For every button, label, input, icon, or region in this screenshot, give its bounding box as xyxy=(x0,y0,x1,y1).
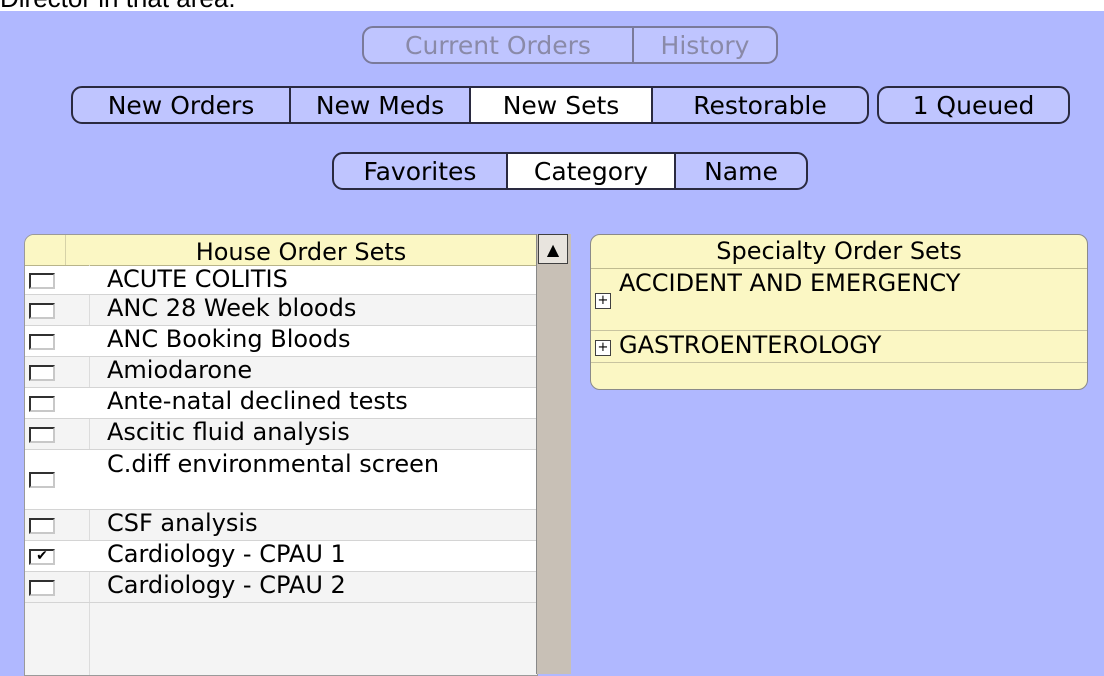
house-order-set-label: C.diff environmental screen xyxy=(107,450,440,478)
checkbox[interactable] xyxy=(29,472,55,488)
specialty-order-set-row[interactable]: + GASTROENTEROLOGY xyxy=(591,331,1087,363)
house-order-set-row[interactable]: ✔ Cardiology - CPAU 1 xyxy=(25,540,537,572)
house-order-set-label: CSF analysis xyxy=(107,509,258,537)
house-order-set-row[interactable]: ANC 28 Week bloods xyxy=(25,294,537,326)
house-order-set-label: Cardiology - CPAU 2 xyxy=(107,571,346,599)
tab-history[interactable]: History xyxy=(632,28,776,62)
house-order-set-row[interactable]: Amiodarone xyxy=(25,356,537,388)
queued-label: 1 Queued xyxy=(912,90,1035,120)
house-order-sets-title: House Order Sets xyxy=(195,238,407,266)
cut-off-text-strip: Director in that area. xyxy=(0,0,1104,11)
house-order-set-label: Amiodarone xyxy=(107,356,253,384)
house-order-set-label: Ascitic fluid analysis xyxy=(107,418,350,446)
scroll-up-arrow-icon[interactable]: ▲ xyxy=(538,234,568,264)
tab-new-orders[interactable]: New Orders xyxy=(73,88,289,122)
house-order-sets-list: ACUTE COLITIS ANC 28 Week bloods ANC Booki… xyxy=(25,265,537,603)
vertical-scrollbar[interactable]: ▲ xyxy=(536,234,571,674)
house-order-sets-header: House Order Sets xyxy=(25,235,537,266)
specialty-order-set-row[interactable]: + ACCIDENT AND EMERGENCY xyxy=(591,269,1087,331)
specialty-order-sets-panel: Specialty Order Sets + ACCIDENT AND EMERG… xyxy=(590,234,1088,390)
checkbox-checked[interactable]: ✔ xyxy=(29,549,55,565)
order-tab-group: New Orders New Meds New Sets Restorable xyxy=(71,86,869,124)
checkbox[interactable] xyxy=(29,518,55,534)
house-order-set-label: Cardiology - CPAU 1 xyxy=(107,540,346,568)
house-order-set-label: ACUTE COLITIS xyxy=(107,265,288,293)
cut-off-text: Director in that area. xyxy=(0,0,236,11)
house-order-set-label: ANC Booking Bloods xyxy=(107,325,351,353)
checkbox[interactable] xyxy=(29,273,55,289)
house-order-set-label: ANC 28 Week bloods xyxy=(107,294,357,322)
checkbox[interactable] xyxy=(29,365,55,381)
tab-current-orders[interactable]: Current Orders xyxy=(364,28,632,62)
specialty-order-set-label: GASTROENTEROLOGY xyxy=(619,331,882,359)
checkbox[interactable] xyxy=(29,427,55,443)
house-order-set-row[interactable]: C.diff environmental screen xyxy=(25,450,537,510)
tab-new-meds[interactable]: New Meds xyxy=(289,88,469,122)
specialty-order-sets-title: Specialty Order Sets xyxy=(591,235,1087,269)
house-order-set-row[interactable]: Cardiology - CPAU 2 xyxy=(25,571,537,603)
sort-tab-group: Favorites Category Name xyxy=(332,152,808,190)
tab-new-sets[interactable]: New Sets xyxy=(469,88,651,122)
tab-name[interactable]: Name xyxy=(674,154,806,188)
view-tab-group: Current Orders History xyxy=(362,26,778,64)
checkbox[interactable] xyxy=(29,334,55,350)
expand-plus-icon[interactable]: + xyxy=(595,293,611,309)
tab-restorable[interactable]: Restorable xyxy=(651,88,867,122)
specialty-order-sets-list: + ACCIDENT AND EMERGENCY + GASTROENTEROLOGY xyxy=(591,269,1087,363)
house-order-set-row[interactable]: ANC Booking Bloods xyxy=(25,325,537,357)
checkbox[interactable] xyxy=(29,303,55,319)
house-order-set-row[interactable]: CSF analysis xyxy=(25,509,537,541)
expand-plus-icon[interactable]: + xyxy=(595,340,611,356)
house-order-sets-panel: House Order Sets ACUTE COLITIS ANC 28 Wee… xyxy=(24,234,538,676)
tab-favorites[interactable]: Favorites xyxy=(334,154,506,188)
house-order-set-row[interactable]: ACUTE COLITIS xyxy=(25,265,537,295)
checkbox[interactable] xyxy=(29,396,55,412)
queued-button[interactable]: 1 Queued xyxy=(877,86,1070,124)
house-order-set-row[interactable]: Ante-natal declined tests xyxy=(25,387,537,419)
house-order-set-row[interactable]: Ascitic fluid analysis xyxy=(25,418,537,450)
specialty-order-set-label: ACCIDENT AND EMERGENCY xyxy=(619,269,961,297)
house-order-set-label: Ante-natal declined tests xyxy=(107,387,408,415)
tab-category[interactable]: Category xyxy=(506,154,674,188)
checkbox[interactable] xyxy=(29,580,55,596)
